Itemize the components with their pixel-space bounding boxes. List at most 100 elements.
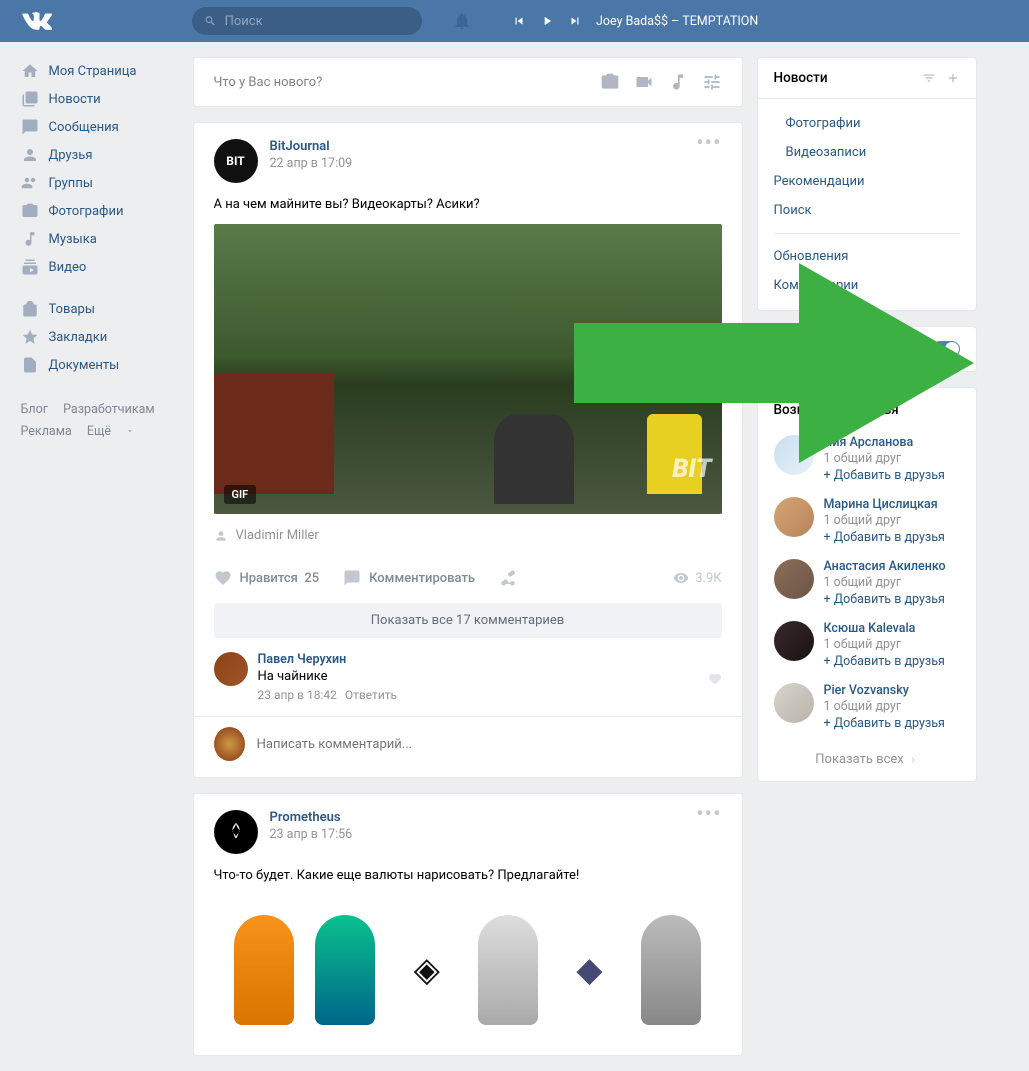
friends-icon — [21, 146, 39, 164]
nav-video[interactable]: Видео — [21, 253, 179, 281]
add-icon[interactable] — [946, 71, 960, 85]
right-sidebar: Новости Фотографии Видеозаписи Рекоменда… — [757, 57, 977, 1071]
friend-name[interactable]: Pier Vozvansky — [824, 683, 945, 698]
friend-name[interactable]: Ксюша Kalevala — [824, 621, 945, 636]
friend-mutual: 1 общий друг — [824, 575, 946, 590]
add-friend-link[interactable]: + Добавить в друзья — [824, 716, 945, 731]
post-text: А на чем майните вы? Видеокарты? Асики? — [194, 193, 742, 224]
post-author[interactable]: BitJournal — [270, 139, 697, 154]
footer-dev[interactable]: Разработчикам — [63, 399, 155, 421]
user-small-icon — [214, 529, 228, 543]
vk-logo-icon[interactable] — [22, 6, 52, 36]
post-menu-icon[interactable]: ••• — [696, 139, 721, 183]
post-text: Что-то будет. Какие еще валюты нарисоват… — [194, 864, 742, 895]
friend-avatar[interactable] — [774, 621, 814, 661]
search-field[interactable] — [225, 14, 410, 29]
friend-item: Ксюша Kalevala 1 общий друг + Добавить в… — [758, 614, 976, 676]
next-track-icon[interactable] — [568, 14, 582, 28]
nav-friends[interactable]: Друзья — [21, 141, 179, 169]
filter-icon[interactable] — [922, 71, 936, 85]
search-icon — [204, 14, 217, 28]
comment-icon — [343, 569, 361, 587]
prev-track-icon[interactable] — [512, 14, 526, 28]
nav-goods[interactable]: Товары — [21, 295, 179, 323]
nav-groups[interactable]: Группы — [21, 169, 179, 197]
friend-item: Pier Vozvansky 1 общий друг + Добавить в… — [758, 676, 976, 738]
notifications-icon[interactable] — [452, 11, 472, 31]
friend-name[interactable]: Марина Цислицкая — [824, 497, 945, 512]
post-menu-icon[interactable]: ••• — [696, 810, 721, 854]
add-friend-link[interactable]: + Добавить в друзья — [824, 468, 945, 483]
goods-icon — [21, 300, 39, 318]
left-sidebar: Моя Страница Новости Сообщения Друзья Гр… — [15, 57, 179, 1071]
post-composer[interactable]: Что у Вас нового? — [193, 57, 743, 107]
show-all-friends[interactable]: Показать всех — [758, 738, 976, 781]
comment-avatar[interactable] — [214, 652, 248, 686]
nav-messages[interactable]: Сообщения — [21, 113, 179, 141]
post-avatar[interactable]: BIT — [214, 139, 258, 183]
comment-input[interactable] — [194, 716, 742, 777]
eye-icon — [673, 570, 689, 586]
camera-icon[interactable] — [600, 72, 620, 92]
like-button[interactable]: Нравится 25 — [214, 569, 320, 587]
messages-icon — [21, 118, 39, 136]
gif-badge: GIF — [224, 485, 257, 504]
current-song[interactable]: Joey Bada$$ – TEMPTATION — [596, 14, 758, 29]
footer-more[interactable]: Ещё — [87, 421, 134, 443]
friend-mutual: 1 общий друг — [824, 637, 945, 652]
top-header: Joey Bada$$ – TEMPTATION — [0, 0, 1029, 42]
share-button[interactable] — [499, 569, 525, 587]
add-friend-link[interactable]: + Добавить в друзья — [824, 592, 946, 607]
music-attach-icon[interactable] — [668, 72, 688, 92]
heart-small-icon — [708, 672, 722, 686]
friend-item: Анастасия Акиленко 1 общий друг + Добави… — [758, 552, 976, 614]
post-linked-user[interactable]: Vladimir Miller — [194, 514, 742, 557]
heart-icon — [214, 569, 232, 587]
friend-avatar[interactable] — [774, 683, 814, 723]
nav-bookmarks[interactable]: Закладки — [21, 323, 179, 351]
arrow-overlay-icon — [574, 263, 974, 463]
settings-icon[interactable] — [702, 72, 722, 92]
comment-field[interactable] — [257, 737, 722, 752]
friend-avatar[interactable] — [774, 559, 814, 599]
friend-avatar[interactable] — [774, 497, 814, 537]
play-icon[interactable] — [540, 14, 554, 28]
reply-link[interactable]: Ответить — [345, 688, 397, 702]
rnav-videos[interactable]: Видеозаписи — [758, 138, 976, 167]
friend-name[interactable]: Анастасия Акиленко — [824, 559, 946, 574]
post-author[interactable]: Prometheus — [270, 810, 697, 825]
video-icon — [21, 258, 39, 276]
my-avatar — [214, 727, 245, 761]
audio-player: Joey Bada$$ – TEMPTATION — [512, 14, 758, 29]
comment-button[interactable]: Комментировать — [343, 569, 475, 587]
post-avatar[interactable] — [214, 810, 258, 854]
photo-icon — [21, 202, 39, 220]
rnav-search[interactable]: Поиск — [758, 196, 976, 225]
views-count: 3.9K — [673, 570, 721, 586]
post-image[interactable]: ◈ ◆ — [194, 895, 742, 1055]
footer-ads[interactable]: Реклама — [21, 421, 72, 443]
nav-docs[interactable]: Документы — [21, 351, 179, 379]
nav-news[interactable]: Новости — [21, 85, 179, 113]
comment-author[interactable]: Павел Черухин — [258, 652, 708, 667]
search-input[interactable] — [192, 7, 422, 35]
right-nav-header: Новости — [758, 58, 976, 99]
rnav-recommend[interactable]: Рекомендации — [758, 167, 976, 196]
video-attach-icon[interactable] — [634, 72, 654, 92]
nav-music[interactable]: Музыка — [21, 225, 179, 253]
friend-mutual: 1 общий друг — [824, 513, 945, 528]
post-date: 22 апр в 17:09 — [270, 156, 697, 171]
footer-links: Блог Разработчикам Реклама Ещё — [21, 399, 179, 443]
nav-photos[interactable]: Фотографии — [21, 197, 179, 225]
main-feed: Что у Вас нового? BIT BitJournal 22 апр … — [193, 57, 743, 1071]
add-friend-link[interactable]: + Добавить в друзья — [824, 654, 945, 669]
groups-icon — [21, 174, 39, 192]
friend-item: Марина Цислицкая 1 общий друг + Добавить… — [758, 490, 976, 552]
nav-my-page[interactable]: Моя Страница — [21, 57, 179, 85]
comment-like[interactable] — [708, 652, 722, 702]
add-friend-link[interactable]: + Добавить в друзья — [824, 530, 945, 545]
rnav-photos[interactable]: Фотографии — [758, 109, 976, 138]
chevron-right-icon — [908, 755, 918, 765]
show-all-comments[interactable]: Показать все 17 комментариев — [214, 603, 722, 638]
footer-blog[interactable]: Блог — [21, 399, 48, 421]
